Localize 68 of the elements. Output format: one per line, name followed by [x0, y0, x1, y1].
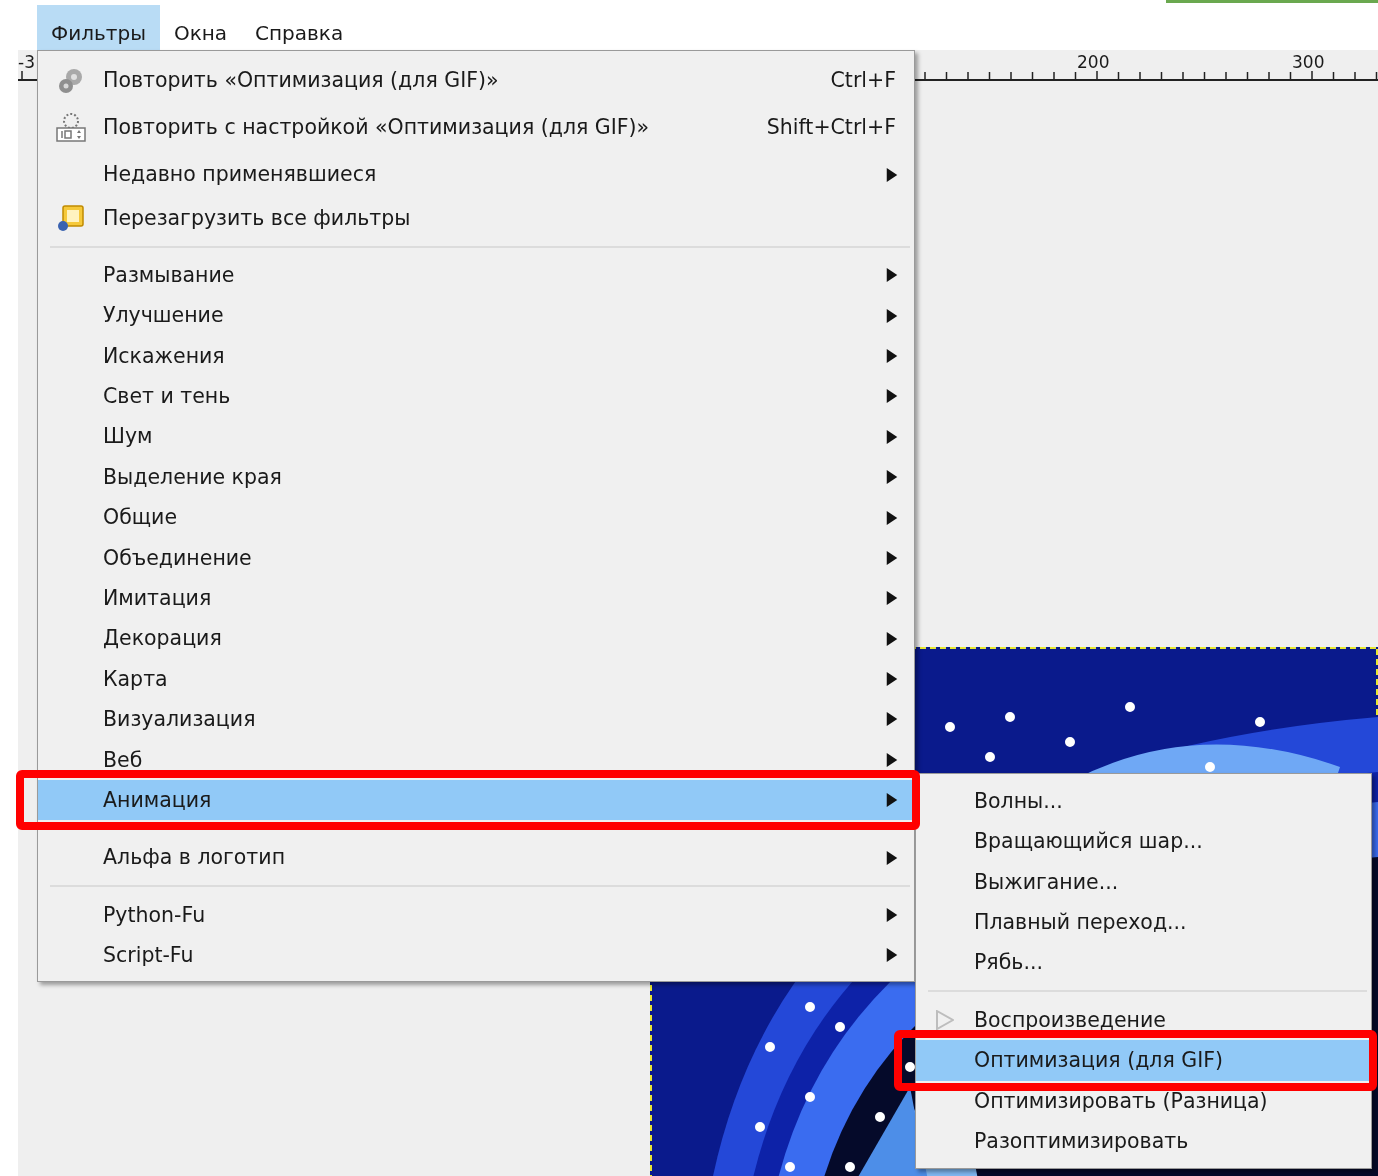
menu-item[interactable]: Имитация [38, 578, 914, 619]
menu-item-label: Вращающийся шар... [974, 828, 1204, 856]
menu-item-label: Разоптимизировать [974, 1127, 1190, 1155]
menu-item-label: Рябь... [974, 949, 1044, 977]
menu-item[interactable]: Волны... [916, 781, 1371, 822]
menu-item[interactable]: Плавный переход... [916, 902, 1371, 943]
menu-item[interactable]: Декорация [38, 618, 914, 659]
menu-bar-item[interactable]: Справка [241, 5, 358, 50]
menu-item-label: Волны... [974, 787, 1064, 815]
menu-item-label: Объединение [103, 544, 253, 572]
menu-item-label: Плавный переход... [974, 909, 1188, 936]
menu-item[interactable]: Анимация [38, 780, 914, 821]
menu-item[interactable]: Python-Fu [38, 894, 914, 936]
menu-bar-item[interactable]: Фильтры [37, 5, 160, 50]
ruler-label: 200 [1077, 54, 1110, 71]
menu-item[interactable]: Перезагрузить все фильтры [38, 198, 914, 238]
menu-item[interactable]: Объединение [38, 537, 914, 579]
menu-item-label: Декорация [103, 625, 223, 653]
ruler-label: -3 [18, 54, 35, 71]
shortcut-label: Ctrl+F [830, 67, 897, 95]
menu-item-label: Воспроизведение [974, 1006, 1167, 1034]
play-icon [936, 1010, 954, 1031]
menu-item-label: Выделение края [103, 463, 283, 491]
menu-item-label: Визуализация [103, 706, 257, 734]
menu-item-label: Повторить с настройкой «Оптимизация (для GIF)» [103, 114, 651, 142]
menu-item-label: Имитация [103, 584, 213, 612]
menu-item-label: Свет и тень [103, 383, 232, 410]
menu-item-label: Общие [103, 504, 179, 532]
menu-item[interactable]: Оптимизация (для GIF) [916, 1040, 1371, 1081]
shortcut-label: Shift+Ctrl+F [766, 114, 897, 142]
menu-item-label: Размывание [103, 261, 236, 289]
settings-icon [54, 111, 87, 144]
menu-item[interactable]: Карта [38, 658, 914, 700]
ruler-label: 300 [1292, 54, 1325, 71]
menu-bar-item[interactable]: Окна [159, 5, 242, 50]
menu-item-label: Выжигание... [974, 868, 1120, 896]
menu-item[interactable]: Искажения [38, 335, 914, 377]
menu-item[interactable]: Разоптимизировать [916, 1121, 1371, 1162]
menu-item[interactable]: Script-Fu [38, 935, 914, 976]
menu-item[interactable]: Рябь... [916, 942, 1371, 983]
menu-item-label: Улучшение [103, 302, 225, 330]
menu-item-label: Оптимизация (для GIF) [974, 1047, 1225, 1075]
reload-icon [55, 203, 86, 233]
menu-item[interactable]: Свет и тень [38, 376, 914, 417]
menu-item-label: Недавно применявшиеся [103, 161, 378, 189]
menu-item-label: Веб [103, 746, 144, 774]
menu-item-label: Анимация [103, 786, 213, 814]
menu-item-label: Перезагрузить все фильтры [103, 204, 412, 232]
menu-item[interactable]: Размывание [38, 255, 914, 296]
menu-item-label: Карта [103, 665, 169, 693]
menu-item-label: Альфа в логотип [103, 844, 287, 872]
menu-item[interactable]: Повторить «Оптимизация (для GIF)» Ctrl+F [38, 57, 914, 104]
menu-item-label: Оптимизировать (Разница) [974, 1087, 1269, 1115]
menu-item[interactable]: Повторить с настройкой «Оптимизация (для GIF)» Shift+Ctrl+F [38, 104, 914, 151]
menu-item-label: Шум [103, 423, 154, 451]
menu-item[interactable]: Визуализация [38, 699, 914, 740]
menu-item[interactable]: Общие [38, 497, 914, 538]
menu-item-label: Python-Fu [103, 901, 207, 929]
menu-item-label: Повторить «Оптимизация (для GIF)» [103, 67, 500, 95]
menu-item[interactable]: Улучшение [38, 295, 914, 336]
menu-item-label: Script-Fu [103, 942, 195, 970]
menu-item[interactable]: Вращающийся шар... [916, 821, 1371, 862]
menu-item[interactable]: Выделение края [38, 456, 914, 498]
menu-item[interactable]: Шум [38, 416, 914, 457]
menu-item-label: Искажения [103, 342, 226, 370]
menu-item[interactable]: Выжигание... [916, 861, 1371, 903]
menu-item[interactable]: Альфа в логотип [38, 837, 914, 878]
menu-item[interactable]: Недавно применявшиеся [38, 151, 914, 198]
